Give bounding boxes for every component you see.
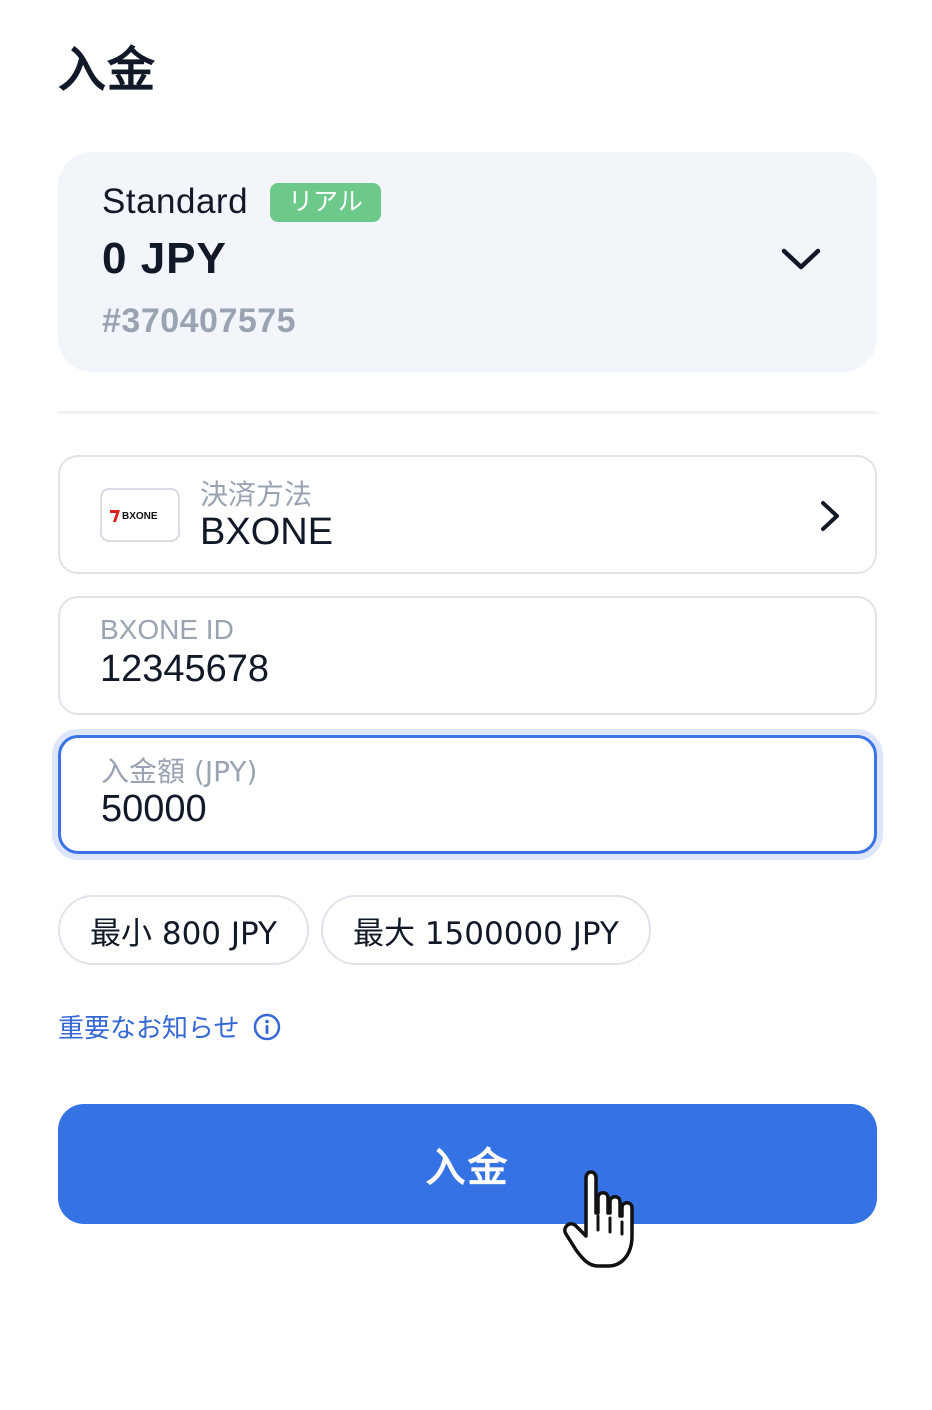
chevron-right-icon[interactable]: [818, 499, 842, 533]
min-amount-chip[interactable]: 最小 800 JPY: [58, 895, 309, 965]
important-notice-label: 重要なお知らせ: [58, 1014, 240, 1044]
deposit-page: 入金 Standard リアル 0 JPY #370407575 BXONE 決…: [0, 0, 932, 1410]
deposit-amount-input[interactable]: [101, 788, 801, 831]
payment-method-selector[interactable]: BXONE 決済方法 BXONE: [58, 455, 877, 574]
account-balance: 0 JPY: [102, 234, 227, 283]
page-title: 入金: [58, 42, 157, 98]
payment-method-label: 決済方法: [200, 478, 313, 511]
important-notice-link[interactable]: 重要なお知らせ: [58, 1008, 281, 1045]
account-status-badge: リアル: [270, 182, 381, 222]
bxone-logo-text: BXONE: [122, 511, 158, 522]
bxone-id-label: BXONE ID: [100, 614, 234, 645]
account-number: #370407575: [102, 302, 297, 340]
max-amount-chip[interactable]: 最大 1500000 JPY: [320, 895, 651, 965]
deposit-amount-value-wrap: [101, 788, 801, 831]
bxone-id-field[interactable]: BXONE ID 12345678: [58, 596, 877, 715]
deposit-amount-label: 入金額 (JPY): [101, 755, 258, 788]
deposit-submit-button[interactable]: 入金: [58, 1104, 877, 1224]
divider: [58, 411, 877, 414]
account-type-row: Standard リアル: [102, 182, 381, 222]
limit-chips: 最小 800 JPY 最大 1500000 JPY: [58, 895, 663, 965]
payment-method-value: BXONE: [200, 511, 334, 553]
account-selector[interactable]: Standard リアル 0 JPY #370407575: [58, 152, 877, 372]
bxone-logo-mark: BXONE: [110, 510, 158, 522]
deposit-amount-field[interactable]: 入金額 (JPY): [58, 735, 877, 854]
bxone-logo: BXONE: [100, 488, 180, 542]
account-type: Standard: [102, 182, 249, 221]
bxone-id-value[interactable]: 12345678: [100, 648, 269, 691]
hand-pointer-icon: [563, 1170, 634, 1268]
info-icon[interactable]: [253, 1013, 281, 1041]
chevron-down-icon[interactable]: [780, 244, 822, 274]
